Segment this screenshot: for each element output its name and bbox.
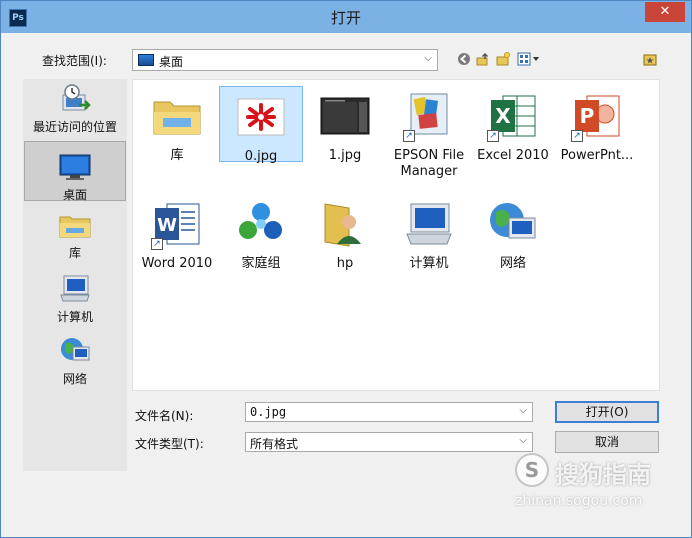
place-label: 网络 [62, 372, 87, 386]
svg-text:P: P [580, 104, 595, 128]
new-folder-icon[interactable] [495, 52, 511, 68]
chevron-down-icon: ⌵ [519, 405, 527, 416]
shortcut-arrow-icon: ↗ [403, 130, 415, 142]
file-item-0-jpg[interactable]: 0.jpg [219, 86, 303, 164]
file-name: 0.jpg [244, 149, 278, 164]
file-item-epson[interactable]: ↗ EPSON File Manager [387, 86, 471, 182]
cancel-button[interactable]: 取消 [555, 431, 659, 453]
dialog-title: 打开 [330, 9, 361, 27]
filename-label: 文件名(N): [135, 409, 194, 423]
file-name: Word 2010 [141, 256, 213, 271]
file-item-homegroup[interactable]: 家庭组 [219, 194, 303, 271]
file-item-word[interactable]: W ↗ Word 2010 [135, 194, 219, 271]
place-desktop[interactable]: 桌面 [24, 141, 126, 202]
open-button[interactable]: 打开(O) [555, 401, 659, 423]
look-in-value: 桌面 [159, 55, 184, 69]
filetype-dropdown[interactable]: 所有格式 ⌵ [245, 432, 533, 452]
look-in-row: 查找范围(I): 桌面 ⌵ [1, 45, 691, 75]
file-name: Excel 2010 [477, 148, 549, 163]
filename-value: 0.jpg [250, 405, 287, 419]
chevron-down-icon: ⌵ [424, 53, 432, 64]
file-list[interactable]: 库 0.jpg 1.jpg ↗ EPSON File Manager X ↗ E… [132, 79, 660, 391]
recent-places-icon [59, 83, 91, 115]
look-in-label: 查找范围(I): [42, 54, 107, 68]
shortcut-arrow-icon: ↗ [487, 130, 499, 142]
desktop-icon [59, 151, 91, 183]
place-network[interactable]: 网络 [23, 335, 127, 391]
desktop-pane-icon[interactable] [642, 52, 658, 68]
file-name: EPSON File Manager [393, 148, 465, 179]
epson-app-icon: ↗ [403, 90, 455, 142]
watermark-text: 搜狗指南 [555, 461, 651, 489]
powerpoint-icon: P ↗ [571, 90, 623, 142]
file-name: 计算机 [409, 256, 449, 271]
file-item-powerpoint[interactable]: P ↗ PowerPnt... [555, 86, 639, 163]
look-in-dropdown[interactable]: 桌面 ⌵ [132, 49, 438, 71]
place-label: 库 [68, 246, 81, 260]
open-file-dialog: Ps 打开 ✕ 查找范围(I): 桌面 ⌵ 最近访问的位置 桌面 库 计算机 网… [0, 0, 692, 538]
word-icon: W ↗ [151, 198, 203, 250]
desktop-icon [138, 54, 154, 66]
view-menu-icon[interactable] [516, 52, 542, 68]
libraries-icon [151, 90, 203, 142]
file-item-libraries[interactable]: 库 [135, 86, 219, 163]
network-icon [59, 335, 91, 367]
file-name: PowerPnt... [560, 148, 634, 163]
file-name: 网络 [499, 256, 526, 271]
close-button[interactable]: ✕ [645, 2, 685, 22]
svg-text:X: X [495, 104, 511, 128]
computer-icon [59, 273, 91, 305]
file-item-excel[interactable]: X ↗ Excel 2010 [471, 86, 555, 163]
excel-icon: X ↗ [487, 90, 539, 142]
file-item-computer[interactable]: 计算机 [387, 194, 471, 271]
sogou-logo-icon: S [515, 453, 549, 487]
filename-combobox[interactable]: 0.jpg ⌵ [245, 402, 533, 422]
file-item-1-jpg[interactable]: 1.jpg [303, 86, 387, 163]
computer-icon [403, 198, 455, 250]
shortcut-arrow-icon: ↗ [571, 130, 583, 142]
image-screenshot-icon [319, 90, 371, 142]
title-bar[interactable]: Ps 打开 ✕ [1, 1, 691, 33]
up-folder-icon[interactable] [475, 52, 491, 68]
file-item-network[interactable]: 网络 [471, 194, 555, 271]
place-libraries[interactable]: 库 [23, 209, 127, 265]
place-computer[interactable]: 计算机 [23, 273, 127, 329]
shortcut-arrow-icon: ↗ [151, 238, 163, 250]
places-bar: 最近访问的位置 桌面 库 计算机 网络 [23, 79, 127, 471]
file-name: hp [336, 256, 354, 271]
file-item-hp[interactable]: hp [303, 194, 387, 271]
homegroup-icon [235, 198, 287, 250]
user-folder-icon [319, 198, 371, 250]
svg-text:W: W [157, 215, 177, 236]
network-icon [487, 198, 539, 250]
chevron-down-icon: ⌵ [519, 435, 527, 446]
sogou-watermark: S 搜狗指南 zhinan.sogou.com [515, 453, 665, 517]
filetype-value: 所有格式 [250, 437, 299, 451]
back-icon[interactable] [456, 52, 472, 68]
place-recent[interactable]: 最近访问的位置 [23, 83, 127, 141]
file-name: 库 [170, 148, 184, 163]
place-label: 最近访问的位置 [32, 120, 117, 134]
place-label: 计算机 [56, 310, 93, 324]
image-red-flower-icon [235, 91, 287, 143]
libraries-icon [59, 209, 91, 241]
filetype-label: 文件类型(T): [135, 437, 204, 451]
file-name: 1.jpg [328, 148, 362, 163]
watermark-url: zhinan.sogou.com [515, 493, 643, 509]
file-name: 家庭组 [241, 256, 281, 271]
place-label: 桌面 [62, 188, 87, 202]
